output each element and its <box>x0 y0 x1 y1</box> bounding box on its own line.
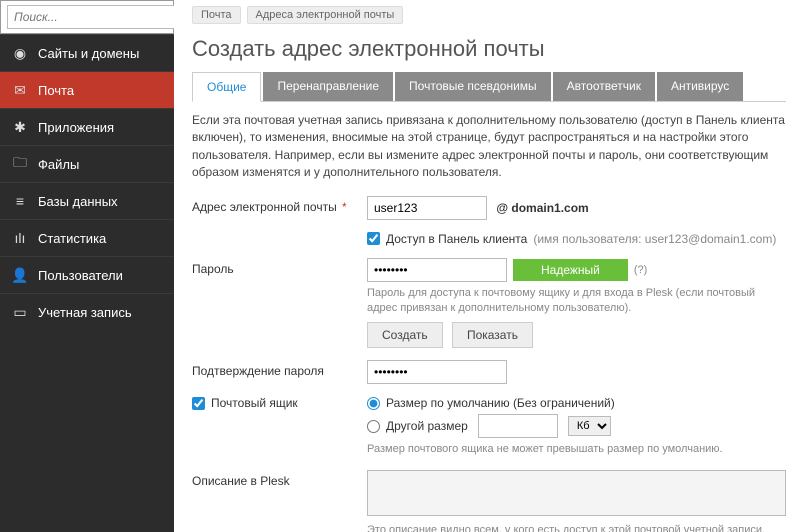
email-domain: @ domain1.com <box>496 201 588 215</box>
nav-label: Почта <box>38 83 74 98</box>
confirm-password-label: Подтверждение пароля <box>192 360 367 378</box>
tab-forwarding[interactable]: Перенаправление <box>263 72 393 101</box>
user-icon: 👤 <box>12 267 28 283</box>
password-label: Пароль <box>192 258 367 276</box>
tab-aliases[interactable]: Почтовые псевдонимы <box>395 72 551 101</box>
crumb-addresses[interactable]: Адреса электронной почты <box>247 6 404 24</box>
chart-icon: ılı <box>12 230 28 246</box>
database-icon: ≡ <box>12 193 28 209</box>
description-hint: Это описание видно всем, у кого есть дос… <box>367 523 786 532</box>
sidebar-item-files[interactable]: 🗀 Файлы <box>0 145 174 182</box>
sidebar-item-mail[interactable]: ✉ Почта <box>0 71 174 108</box>
globe-icon: ◉ <box>12 45 28 61</box>
size-default-radio[interactable] <box>367 397 380 410</box>
email-input[interactable] <box>367 196 487 220</box>
sidebar-item-account[interactable]: ▭ Учетная запись <box>0 293 174 330</box>
nav-label: Приложения <box>38 120 114 135</box>
password-hint: Пароль для доступа к почтовому ящику и д… <box>367 286 786 317</box>
confirm-password-input[interactable] <box>367 360 507 384</box>
nav-label: Пользователи <box>38 268 123 283</box>
page-title: Создать адрес электронной почты <box>192 36 786 62</box>
size-other-label: Другой размер <box>386 419 468 433</box>
size-unit-select[interactable]: Кб <box>568 416 611 436</box>
size-default-label: Размер по умолчанию (Без ограничений) <box>386 396 615 410</box>
tabs: Общие Перенаправление Почтовые псевдоним… <box>192 72 786 102</box>
help-icon[interactable]: (?) <box>634 264 647 276</box>
tab-autoresponder[interactable]: Автоответчик <box>553 72 655 101</box>
generate-password-button[interactable]: Создать <box>367 322 443 348</box>
show-password-button[interactable]: Показать <box>452 322 533 348</box>
nav-label: Базы данных <box>38 194 118 209</box>
mailbox-checkbox[interactable] <box>192 397 205 410</box>
nav-label: Файлы <box>38 157 79 172</box>
sidebar-item-stats[interactable]: ılı Статистика <box>0 219 174 256</box>
description-label: Описание в Plesk <box>192 470 367 488</box>
apps-icon: ✱ <box>12 119 28 135</box>
cp-access-hint: (имя пользователя: user123@domain1.com) <box>533 232 776 246</box>
search-input[interactable] <box>7 5 178 29</box>
sidebar-item-sites[interactable]: ◉ Сайты и домены <box>0 34 174 71</box>
description-textarea[interactable] <box>367 470 786 516</box>
mailbox-label: Почтовый ящик <box>211 396 298 410</box>
crumb-mail[interactable]: Почта <box>192 6 241 24</box>
search-box[interactable]: ⌕ <box>0 0 174 34</box>
idcard-icon: ▭ <box>12 304 28 320</box>
nav-label: Сайты и домены <box>38 46 139 61</box>
size-input[interactable] <box>478 414 558 438</box>
tab-antivirus[interactable]: Антивирус <box>657 72 743 101</box>
nav-label: Учетная запись <box>38 305 132 320</box>
breadcrumb: Почта Адреса электронной почты <box>192 0 786 32</box>
sidebar: ⌕ ◉ Сайты и домены ✉ Почта ✱ Приложения 🗀 Фа… <box>0 0 174 532</box>
cp-access-checkbox[interactable] <box>367 232 380 245</box>
tab-general[interactable]: Общие <box>192 72 261 102</box>
nav-label: Статистика <box>38 231 106 246</box>
password-input[interactable] <box>367 258 507 282</box>
sidebar-item-apps[interactable]: ✱ Приложения <box>0 108 174 145</box>
sidebar-item-db[interactable]: ≡ Базы данных <box>0 182 174 219</box>
cp-access-label: Доступ в Панель клиента <box>386 232 527 246</box>
size-other-radio[interactable] <box>367 420 380 433</box>
password-strength-badge: Надежный <box>513 259 628 281</box>
email-label: Адрес электронной почты * <box>192 196 367 214</box>
folder-icon: 🗀 <box>12 156 28 172</box>
mail-icon: ✉ <box>12 82 28 98</box>
tab-description: Если эта почтовая учетная запись привяза… <box>192 112 786 182</box>
sidebar-item-users[interactable]: 👤 Пользователи <box>0 256 174 293</box>
main-content: Почта Адреса электронной почты Создать а… <box>174 0 798 532</box>
mailbox-hint: Размер почтового ящика не может превышат… <box>367 442 786 457</box>
